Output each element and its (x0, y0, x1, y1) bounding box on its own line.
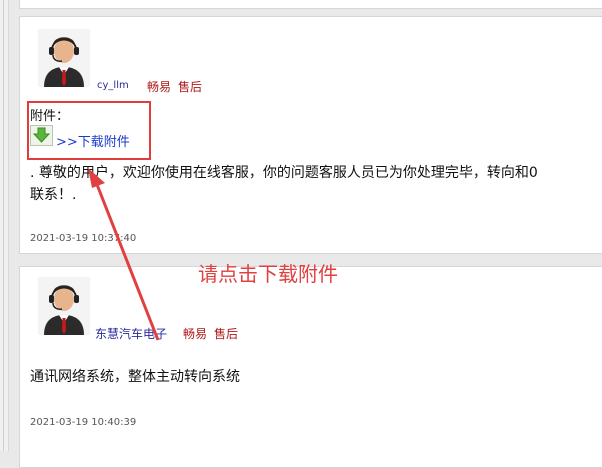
post-timestamp: 2021-03-19 10:37:40 (30, 233, 137, 244)
post-username[interactable]: cy_llm (97, 80, 129, 91)
annotation-text: 请点击下载附件 (198, 262, 338, 286)
post-company: 畅易 (147, 80, 172, 94)
post-role: 售后 (214, 327, 239, 341)
support-agent-avatar (38, 29, 90, 87)
message-line: 联系！. (30, 187, 77, 203)
post-message: . 尊敬的用户，欢迎你使用在线客服，你的问题客服人员已为你处理完毕，转向和0 联… (30, 162, 602, 206)
support-agent-avatar (38, 277, 90, 335)
reply-post: 东慧汽车电子 畅易 售后 通讯网络系统，整体主动转向系统 2021-03-19 … (19, 266, 602, 468)
post-username[interactable]: 东慧汽车电子 (95, 325, 167, 342)
message-line: . 尊敬的用户，欢迎你使用在线客服，你的问题客服人员已为你处理完毕，转向和0 (30, 165, 538, 181)
previous-post-edge (19, 0, 602, 9)
left-frame-edge (0, 0, 9, 451)
highlight-box (27, 101, 151, 160)
post-message: 通讯网络系统，整体主动转向系统 (30, 366, 602, 388)
frame-divider (3, 0, 4, 451)
post-company: 畅易 (183, 327, 208, 341)
post-timestamp: 2021-03-19 10:40:39 (30, 417, 137, 428)
message-line: 通讯网络系统，整体主动转向系统 (30, 369, 240, 385)
post-role: 售后 (178, 80, 203, 94)
